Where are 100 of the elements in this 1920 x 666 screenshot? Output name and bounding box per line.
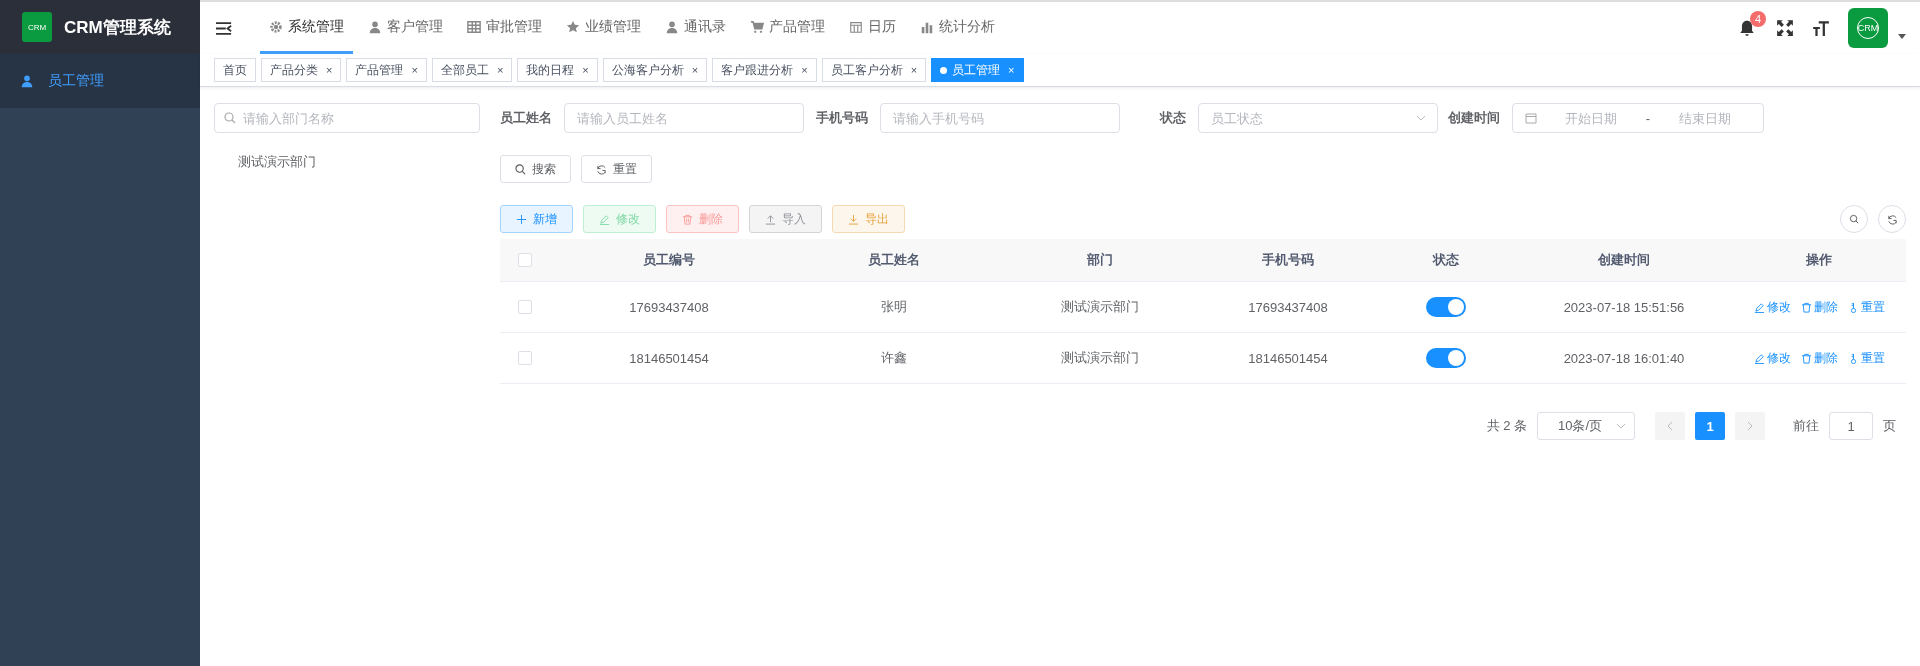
page-tab[interactable]: 我的日程 × bbox=[517, 58, 598, 82]
search-button[interactable]: 搜索 bbox=[500, 155, 571, 183]
table-cell: 17693437408 bbox=[1248, 299, 1328, 315]
search-toggle-button[interactable] bbox=[1840, 205, 1868, 233]
person-icon bbox=[20, 74, 34, 88]
filter-label: 员工姓名 bbox=[500, 109, 552, 127]
status-switch[interactable] bbox=[1426, 297, 1466, 317]
table-cell: 许鑫 bbox=[881, 349, 907, 367]
calendar-icon bbox=[849, 19, 863, 34]
row-checkbox[interactable] bbox=[518, 351, 532, 365]
nav-tab[interactable]: 统计分析 bbox=[911, 2, 1004, 54]
table-cell: 18146501454 bbox=[629, 350, 709, 366]
row-edit-link[interactable]: 修改 bbox=[1753, 298, 1791, 316]
table-cell: 测试演示部门 bbox=[1061, 349, 1139, 367]
nav-tab[interactable]: 系统管理 bbox=[260, 2, 353, 54]
range-separator: - bbox=[1645, 110, 1651, 126]
goto-label: 前往 bbox=[1793, 417, 1819, 435]
table-cell: 17693437408 bbox=[629, 299, 709, 315]
nav-tab[interactable]: 审批管理 bbox=[458, 2, 551, 54]
caret-icon[interactable] bbox=[1898, 33, 1906, 39]
avatar[interactable]: CRM bbox=[1848, 8, 1888, 48]
refresh-icon bbox=[1886, 213, 1898, 225]
start-date-input[interactable]: 开始日期 bbox=[1545, 109, 1638, 127]
page-tab[interactable]: 客户跟进分析 × bbox=[712, 58, 817, 82]
search-icon bbox=[515, 163, 526, 175]
row-delete-link[interactable]: 删除 bbox=[1800, 298, 1838, 316]
page-tab[interactable]: 员工客户分析 × bbox=[821, 58, 927, 82]
person-icon bbox=[665, 19, 679, 34]
end-date-input[interactable]: 结束日期 bbox=[1658, 109, 1751, 127]
dept-search-field[interactable]: 请输入部门名称 bbox=[214, 103, 480, 133]
page-tab[interactable]: 全部员工 × bbox=[431, 58, 513, 82]
refresh-icon bbox=[596, 163, 607, 175]
row-reset-link[interactable]: 重置 bbox=[1847, 349, 1885, 367]
font-size-icon[interactable] bbox=[1812, 19, 1830, 37]
star-icon bbox=[566, 19, 580, 34]
table-cell: 2023-07-18 15:51:56 bbox=[1563, 299, 1685, 315]
trash-icon bbox=[1800, 352, 1812, 364]
tree-node[interactable]: 测试演示部门 bbox=[238, 153, 480, 171]
notification-badge: 4 bbox=[1750, 11, 1767, 27]
import-icon bbox=[765, 213, 776, 225]
text-field[interactable]: 请输入手机号码 bbox=[880, 103, 1120, 133]
column-header: 员工姓名 bbox=[868, 251, 920, 269]
row-reset-link[interactable]: 重置 bbox=[1847, 298, 1885, 316]
page-number[interactable]: 1 bbox=[1695, 412, 1725, 440]
select-field[interactable]: 员工状态 bbox=[1198, 103, 1438, 133]
status-switch[interactable] bbox=[1426, 348, 1466, 368]
text-field[interactable]: 请输入员工姓名 bbox=[564, 103, 804, 133]
app-title: CRM管理系统 bbox=[64, 16, 171, 39]
select-all-checkbox[interactable] bbox=[518, 253, 532, 267]
table-cell: 测试演示部门 bbox=[1061, 298, 1139, 316]
fullscreen-icon[interactable] bbox=[1776, 19, 1794, 37]
column-header: 状态 bbox=[1433, 251, 1459, 269]
gear-icon bbox=[269, 19, 283, 34]
page-tab[interactable]: 产品管理 × bbox=[346, 58, 427, 82]
trash-icon bbox=[1800, 301, 1812, 313]
filter-label: 创建时间 bbox=[1448, 109, 1500, 127]
page-suffix: 页 bbox=[1883, 417, 1896, 435]
nav-tab[interactable]: 客户管理 bbox=[359, 2, 452, 54]
column-header: 员工编号 bbox=[643, 251, 695, 269]
search-icon bbox=[1848, 213, 1860, 225]
chevron-left-icon bbox=[1667, 421, 1673, 431]
cart-icon bbox=[750, 19, 764, 34]
page-tab[interactable]: 首页 bbox=[214, 58, 256, 82]
edit-icon bbox=[599, 213, 610, 225]
chevron-right-icon bbox=[1747, 421, 1753, 431]
nav-tab[interactable]: 业绩管理 bbox=[557, 2, 650, 54]
refresh-button[interactable] bbox=[1878, 205, 1906, 233]
grid-icon bbox=[467, 19, 481, 34]
column-header: 操作 bbox=[1806, 251, 1832, 269]
nav-tab[interactable]: 产品管理 bbox=[741, 2, 834, 54]
total-count: 共 2 条 bbox=[1486, 417, 1527, 435]
goto-page-field[interactable]: 1 bbox=[1829, 412, 1873, 440]
export-icon bbox=[848, 213, 859, 225]
row-edit-link[interactable]: 修改 bbox=[1753, 349, 1791, 367]
nav-tab[interactable]: 日历 bbox=[840, 2, 905, 54]
person-icon bbox=[368, 19, 382, 34]
column-header: 部门 bbox=[1087, 251, 1113, 269]
column-header: 创建时间 bbox=[1598, 251, 1650, 269]
page-tab[interactable]: 员工管理 × bbox=[931, 58, 1024, 82]
nav-tab[interactable]: 通讯录 bbox=[656, 2, 735, 54]
row-checkbox[interactable] bbox=[518, 300, 532, 314]
sidebar-item[interactable]: 员工管理 bbox=[0, 54, 200, 108]
pencil-icon bbox=[1753, 352, 1765, 364]
bell-icon[interactable] bbox=[1738, 19, 1756, 37]
column-header: 手机号码 bbox=[1262, 251, 1314, 269]
filter-label: 状态 bbox=[1160, 109, 1186, 127]
add-icon bbox=[516, 213, 527, 225]
reset-button[interactable]: 重置 bbox=[581, 155, 652, 183]
page-tab[interactable]: 产品分类 × bbox=[261, 58, 342, 82]
date-range-field[interactable]: 开始日期 - 结束日期 bbox=[1512, 103, 1764, 133]
page-size-select[interactable]: 10条/页 bbox=[1537, 412, 1635, 440]
page-tab[interactable]: 公海客户分析 × bbox=[602, 58, 708, 82]
search-icon bbox=[224, 112, 236, 124]
chevron-down-icon bbox=[1416, 115, 1426, 121]
calendar-icon bbox=[1525, 112, 1537, 124]
menu-icon[interactable] bbox=[216, 21, 232, 35]
table-cell: 张明 bbox=[881, 298, 907, 316]
delete-icon bbox=[682, 213, 693, 225]
logo-badge: CRM bbox=[22, 12, 52, 42]
row-delete-link[interactable]: 删除 bbox=[1800, 349, 1838, 367]
